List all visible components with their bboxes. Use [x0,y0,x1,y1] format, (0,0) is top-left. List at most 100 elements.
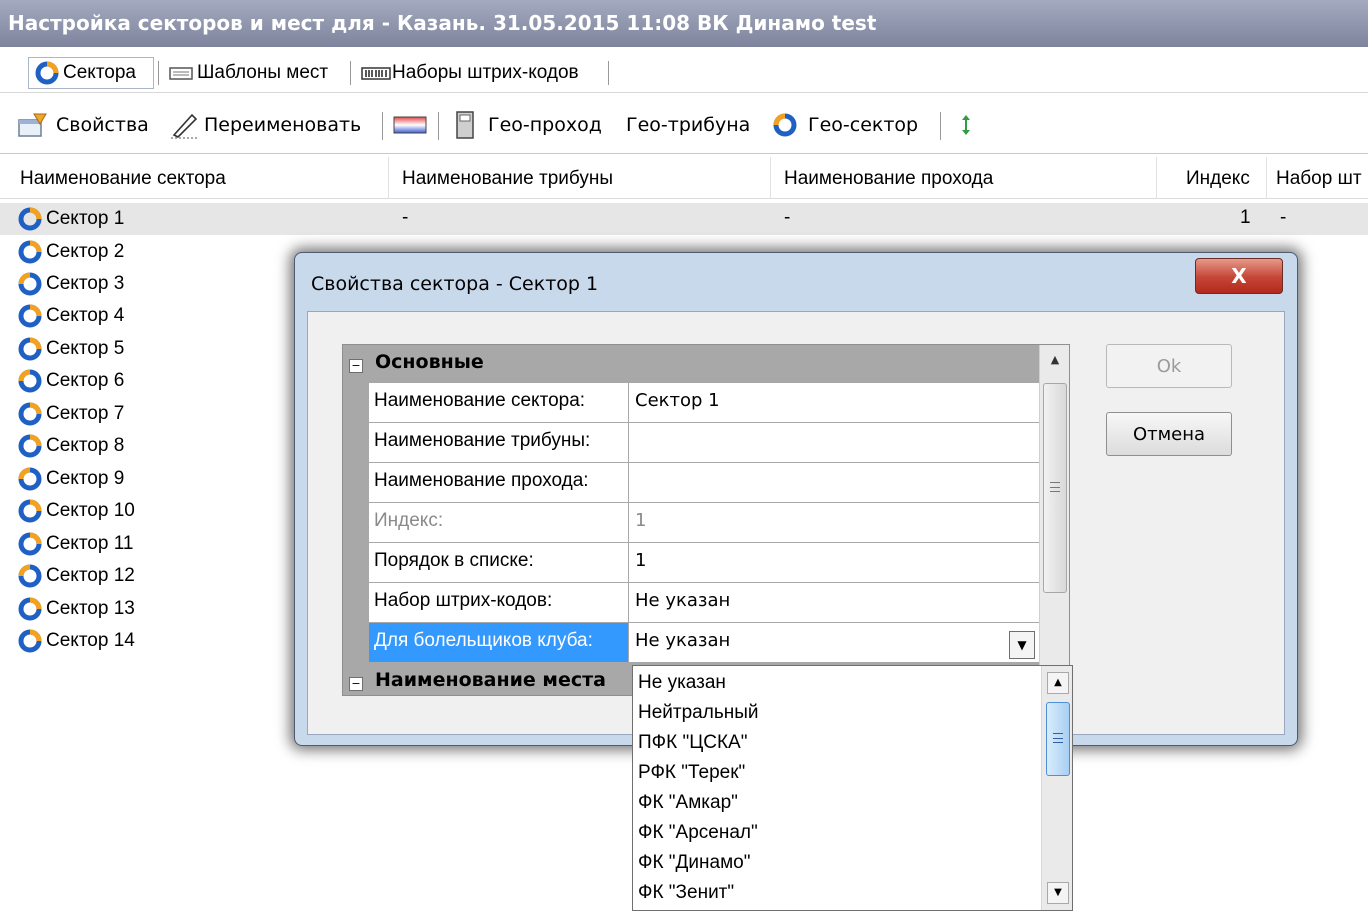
fan-club-dropdown-list[interactable]: Не указан Нейтральный ПФК "ЦСКА" РФК "Те… [632,665,1073,911]
column-header-sector[interactable]: Наименование сектора [20,168,226,190]
column-header-index[interactable]: Индекс [1186,168,1250,190]
property-name: Наименование сектора: [369,383,629,423]
fan-club-combo[interactable]: Не указан ▼ [629,623,1039,663]
category-label: Наименование места [375,669,606,691]
property-row[interactable]: Набор штрих-кодов: Не указан [343,583,1039,623]
door-icon [456,111,474,139]
rename-label: Переименовать [204,114,362,136]
dropdown-scrollbar[interactable]: ▲ ▼ [1041,666,1072,910]
sector-name: Сектор 8 [46,435,125,456]
column-divider[interactable] [770,157,771,199]
chevron-down-icon[interactable]: ▼ [1009,631,1035,659]
sector-icon [18,369,42,393]
sector-name: Сектор 11 [46,533,134,554]
column-divider[interactable] [1266,157,1267,199]
scroll-up-icon[interactable]: ▲ [1044,349,1066,371]
property-row[interactable]: Наименование прохода: [343,463,1039,503]
collapse-icon[interactable]: − [349,677,363,691]
tab-seat-templates-label: Шаблоны мест [197,62,329,83]
ok-button[interactable]: Ok [1106,344,1232,388]
tab-sectors[interactable]: Сектора [28,57,154,89]
property-row-selected[interactable]: Для болельщиков клуба: Не указан ▼ [343,623,1039,663]
property-row: Индекс: 1 [343,503,1039,543]
pen-icon [171,113,198,139]
sector-icon [18,402,42,426]
toolbar-separator [438,112,439,140]
sector-name: Сектор 9 [46,468,125,489]
column-header-barcode-set[interactable]: Набор шт [1276,168,1362,190]
column-header-tribune[interactable]: Наименование трибуны [402,168,613,190]
seat-template-icon [169,67,193,80]
list-item[interactable]: ФК "Зенит" [633,878,1038,908]
property-value[interactable]: Не указан [629,583,1039,623]
ok-label: Ok [1156,355,1182,377]
property-value[interactable] [629,423,1039,463]
window-title: Настройка секторов и мест для - Казань. … [8,11,877,35]
tab-sectors-label: Сектора [63,62,137,83]
property-name: Для болельщиков клуба: [369,623,629,663]
sector-icon [18,629,42,653]
tab-barcode-sets[interactable]: Наборы штрих-кодов [360,57,579,89]
sector-icon [18,532,42,556]
property-value[interactable] [629,463,1039,503]
category-main[interactable]: − Основные [343,345,1039,383]
scroll-down-icon[interactable]: ▼ [1047,882,1069,904]
sector-icon [18,240,42,264]
collapse-icon[interactable]: − [349,359,363,373]
property-grid-scrollbar[interactable]: ▲ [1039,345,1069,695]
geo-tribune-button[interactable]: Гео-трибуна [626,110,750,140]
close-button[interactable]: X [1195,258,1283,294]
property-grid: − Основные Наименование сектора: Сектор … [342,344,1070,696]
table-row[interactable]: Сектор 1 - - 1 - [0,203,1368,235]
geo-pass-label: Гео-проход [488,114,602,136]
barcode-set-cell: - [1280,207,1287,228]
property-value[interactable]: 1 [629,543,1039,583]
sector-list-header: Наименование сектора Наименование трибун… [0,157,1368,199]
category-label: Основные [375,351,484,373]
toolbar-separator [940,112,941,140]
scroll-up-icon[interactable]: ▲ [1047,672,1069,694]
sector-name: Сектор 14 [46,630,135,651]
sector-name: Сектор 4 [46,305,125,326]
list-item[interactable]: ПФК "ЦСКА" [633,728,1038,758]
list-item[interactable]: Нейтральный [633,698,1038,728]
sector-name: Сектор 7 [46,403,125,424]
refresh-icon [962,115,970,135]
cancel-button[interactable]: Отмена [1106,412,1232,456]
properties-button[interactable]: Свойства [16,110,149,140]
properties-label: Свойства [56,114,149,136]
list-item[interactable]: ФК "Амкар" [633,788,1038,818]
scroll-thumb[interactable] [1046,702,1070,776]
scroll-thumb[interactable] [1043,383,1067,593]
list-item[interactable]: Не указан [633,668,1038,698]
list-item[interactable]: ФК "Арсенал" [633,818,1038,848]
property-row[interactable]: Порядок в списке: 1 [343,543,1039,583]
property-name: Порядок в списке: [369,543,629,583]
sector-icon [35,61,59,85]
property-name: Набор штрих-кодов: [369,583,629,623]
tab-seat-templates[interactable]: Шаблоны мест [167,57,328,89]
list-item[interactable]: ФК "Динамо" [633,848,1038,878]
list-item[interactable]: РФК "Терек" [633,758,1038,788]
property-row[interactable]: Наименование трибуны: [343,423,1039,463]
sector-icon [18,337,42,361]
column-divider[interactable] [1156,157,1157,199]
sector-icon [18,304,42,328]
sector-name: Сектор 13 [46,598,135,619]
barcode-icon [361,67,391,80]
column-divider[interactable] [388,157,389,199]
property-name: Индекс: [369,503,629,543]
sector-icon [18,272,42,296]
geo-pass-button[interactable]: Гео-проход [452,110,602,140]
refresh-button[interactable] [954,110,978,140]
color-bar-icon [393,116,427,134]
tab-separator [158,61,159,85]
sector-name: Сектор 2 [46,241,125,262]
geo-sector-button[interactable]: Гео-сектор [770,110,918,140]
color-button[interactable] [392,110,428,140]
property-row[interactable]: Наименование сектора: Сектор 1 [343,383,1039,423]
tab-barcode-sets-label: Наборы штрих-кодов [392,62,579,83]
rename-button[interactable]: Переименовать [168,110,361,140]
column-header-pass[interactable]: Наименование прохода [784,168,993,190]
property-value[interactable]: Сектор 1 [629,383,1039,423]
